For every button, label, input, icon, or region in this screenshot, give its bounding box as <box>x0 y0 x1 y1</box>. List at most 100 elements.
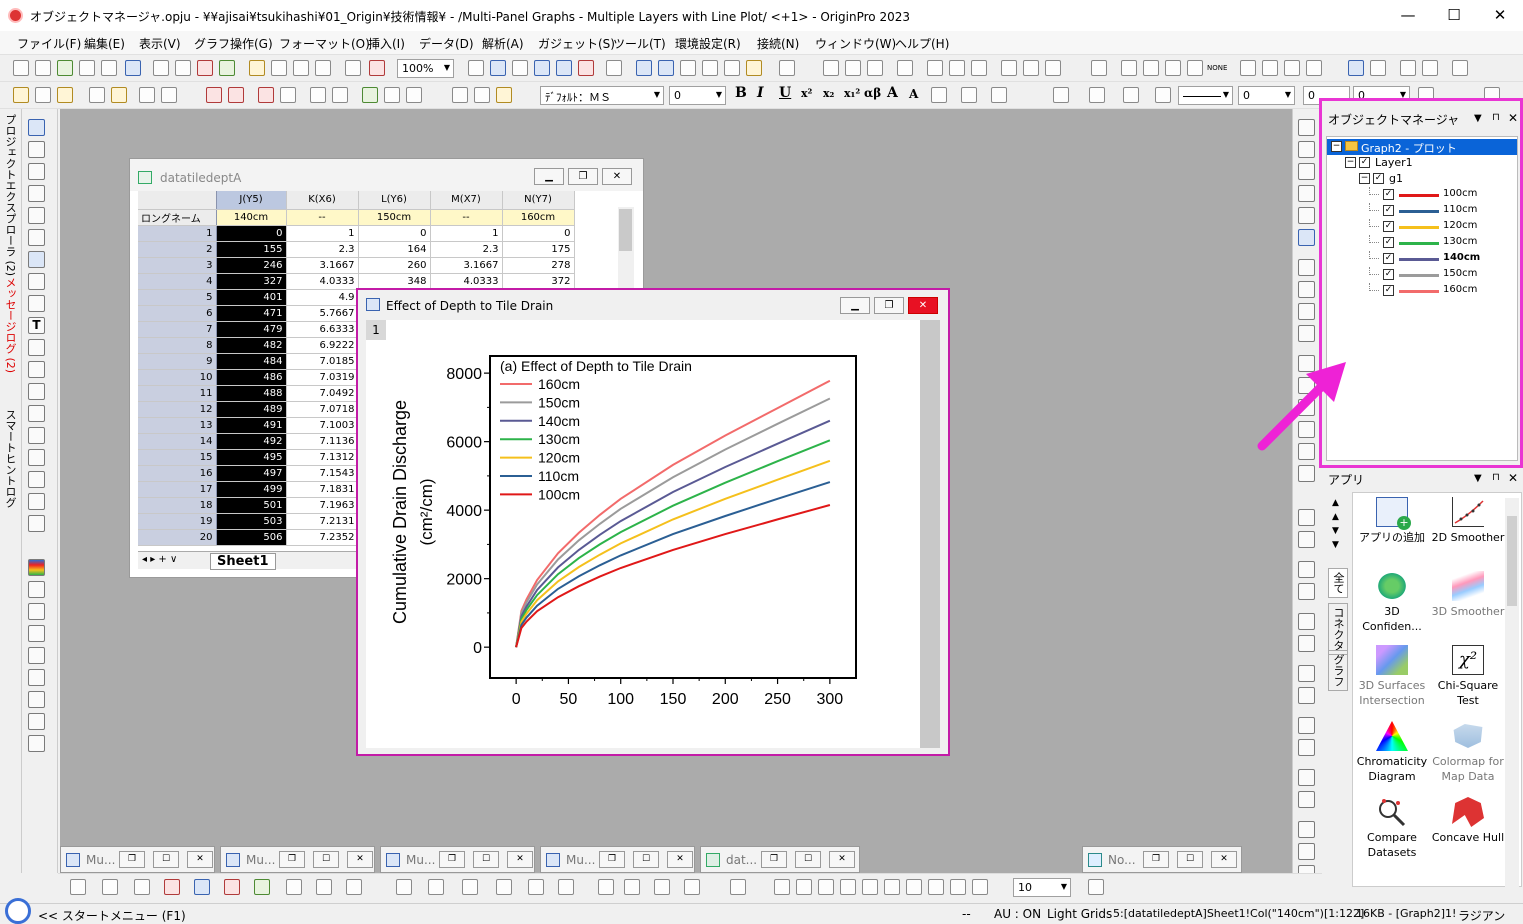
3d-surface-icon[interactable] <box>396 879 412 895</box>
maximize-button[interactable]: ☐ <box>153 851 179 868</box>
set-as-x-icon[interactable] <box>1091 60 1107 76</box>
import-icon[interactable] <box>197 60 213 76</box>
menu-analysis[interactable]: 解析(A) <box>482 35 524 52</box>
line-color-icon[interactable] <box>1123 87 1139 103</box>
table-cell[interactable]: 7.1136 <box>286 433 359 450</box>
duplicate-icon[interactable] <box>556 60 572 76</box>
start-menu-label[interactable]: << スタートメニュー (F1) <box>38 907 186 924</box>
command-window-icon[interactable] <box>658 60 674 76</box>
color-palette-icon[interactable] <box>28 559 45 576</box>
table-cell[interactable]: 482 <box>216 337 287 354</box>
increase-font-button[interactable]: A <box>887 85 898 101</box>
table-cell[interactable]: 7.1963 <box>286 497 359 514</box>
swap-axes-icon[interactable] <box>1298 207 1315 224</box>
graph-scrollbar[interactable] <box>920 320 940 748</box>
restore-button[interactable]: ❐ <box>279 851 305 868</box>
table-cell[interactable]: 3.1667 <box>430 257 503 274</box>
panel-menu-icon[interactable]: ▼ <box>1474 113 1482 124</box>
front-icon[interactable] <box>258 87 274 103</box>
search-icon[interactable] <box>5 898 31 924</box>
maximize-button[interactable]: ☐ <box>1431 0 1477 31</box>
save-project-icon[interactable] <box>293 60 309 76</box>
bubble-scale-icon[interactable] <box>28 713 45 730</box>
row-header[interactable]: 10 <box>138 369 217 386</box>
subscript-button[interactable]: x₂ <box>823 87 834 100</box>
menu-tools[interactable]: ツール(T) <box>613 35 666 52</box>
last-sheet-icon[interactable] <box>1306 60 1322 76</box>
next-sheet-icon[interactable] <box>1284 60 1300 76</box>
new-notes-icon[interactable] <box>175 60 191 76</box>
same-height-icon[interactable] <box>1298 465 1315 482</box>
pin-panel-icon[interactable]: ⊓ <box>1492 472 1500 483</box>
scroll-thumb[interactable] <box>619 209 632 251</box>
multi-layer-icon[interactable] <box>1298 281 1315 298</box>
table-cell[interactable]: 246 <box>216 257 287 274</box>
template-icon[interactable] <box>346 879 362 895</box>
sort-icon[interactable] <box>867 60 883 76</box>
table-cell[interactable]: 491 <box>216 417 287 434</box>
insert-graph-icon[interactable] <box>28 449 45 466</box>
face-icon[interactable] <box>654 879 670 895</box>
statistics-icon[interactable] <box>845 60 861 76</box>
distribute-icon[interactable] <box>1298 665 1315 682</box>
size-select[interactable]: 10 ▼ <box>1013 878 1071 897</box>
paste-icon[interactable] <box>496 87 512 103</box>
open-folder-icon[interactable] <box>249 60 265 76</box>
z-column-icon[interactable] <box>1165 60 1181 76</box>
insert-image-icon[interactable] <box>28 493 45 510</box>
table-cell[interactable]: 260 <box>358 257 431 274</box>
table-cell[interactable]: 489 <box>216 401 287 418</box>
image-plot-icon[interactable] <box>528 879 544 895</box>
arrow-right-icon[interactable] <box>35 87 51 103</box>
speed-mode-icon[interactable] <box>1298 229 1315 246</box>
table-cell[interactable]: 6.9222 <box>286 337 359 354</box>
order-back-icon[interactable] <box>1298 739 1315 756</box>
table-cell[interactable]: 7.0718 <box>286 401 359 418</box>
row-header[interactable]: 19 <box>138 513 217 530</box>
menu-preferences[interactable]: 環境設定(R) <box>675 35 741 52</box>
move-icon[interactable] <box>1400 60 1416 76</box>
table-cell[interactable]: 4.0333 <box>430 273 503 290</box>
close-button[interactable]: ✕ <box>667 851 693 868</box>
table-cell[interactable]: 7.0492 <box>286 385 359 402</box>
import-wizard-icon[interactable] <box>219 60 235 76</box>
scatter-plot-icon[interactable] <box>102 879 118 895</box>
row-header[interactable]: 13 <box>138 417 217 434</box>
tree-graph-node[interactable]: − Graph2 - プロット <box>1327 139 1517 155</box>
zoom-in-icon[interactable] <box>28 141 45 158</box>
filter-options-icon[interactable] <box>1045 60 1061 76</box>
table-cell[interactable]: 1 <box>286 225 359 242</box>
font-color-icon[interactable] <box>991 87 1007 103</box>
first-sheet-icon[interactable] <box>1240 60 1256 76</box>
table-cell[interactable]: 7.2352 <box>286 529 359 546</box>
paste-format-icon[interactable] <box>362 87 378 103</box>
table-cell[interactable]: 7.1003 <box>286 417 359 434</box>
minimized-window-2[interactable]: Mu... ❐ ☐ ✕ <box>220 846 375 873</box>
close-panel-icon[interactable]: ✕ <box>1508 111 1518 125</box>
expand-icon[interactable]: − <box>1345 157 1356 168</box>
mark-icon[interactable] <box>1348 60 1364 76</box>
object-group-icon[interactable] <box>1298 791 1315 808</box>
row-header[interactable]: 8 <box>138 337 217 354</box>
table-cell[interactable]: 1 <box>430 225 503 242</box>
box-plot-icon[interactable] <box>224 879 240 895</box>
table-cell[interactable]: 497 <box>216 465 287 482</box>
axis-y-icon[interactable] <box>1298 185 1315 202</box>
app-chromaticity[interactable]: Chromaticity Diagram <box>1353 721 1431 784</box>
clear-filter-icon[interactable] <box>1023 60 1039 76</box>
app-3d-smoother[interactable]: 3D Smoother <box>1429 571 1507 619</box>
group-obj-icon[interactable] <box>928 879 944 895</box>
legend-icon[interactable] <box>28 625 45 642</box>
object-size-icon[interactable] <box>1298 843 1315 860</box>
cut-icon[interactable] <box>452 87 468 103</box>
table-cell[interactable]: 372 <box>502 273 575 290</box>
prev-sheet-icon[interactable] <box>1262 60 1278 76</box>
annotation-icon[interactable] <box>28 339 45 356</box>
table-cell[interactable]: 492 <box>216 433 287 450</box>
panel-menu-icon[interactable]: ▼ <box>1474 473 1482 484</box>
rotate-3d-icon[interactable] <box>558 879 574 895</box>
ws-close-button[interactable]: ✕ <box>602 168 632 185</box>
project-explorer-tab[interactable]: プロジェクトエクスプローラ (2) <box>2 114 18 276</box>
row-header[interactable]: 7 <box>138 321 217 338</box>
smart-hint-tab[interactable]: スマートヒントログ <box>2 409 18 508</box>
